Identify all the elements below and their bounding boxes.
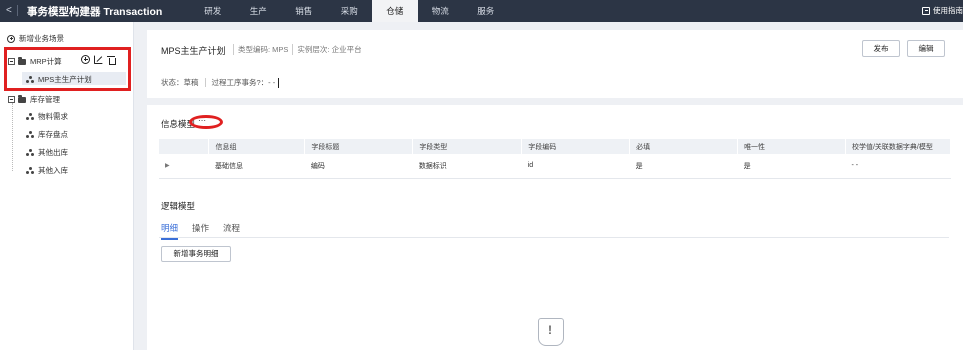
cluster-icon — [26, 113, 34, 120]
main-content: MPS主生产计划 类型编码: MPS 实例层次: 企业平台 发布 编辑 状态：草… — [147, 22, 963, 350]
guide-icon — [922, 6, 930, 15]
highlight-ellipse — [189, 115, 223, 129]
cell-required: 是 — [629, 154, 738, 179]
cluster-icon — [26, 131, 34, 138]
cluster-icon — [26, 149, 34, 156]
add-scenario-label: 新增业务场景 — [19, 34, 64, 43]
tree-leaf-material-demand[interactable]: 物料需求 — [26, 111, 68, 122]
collapse-icon[interactable] — [8, 96, 15, 103]
instance-level: 实例层次: 企业平台 — [292, 44, 365, 55]
nav-item-service[interactable]: 服务 — [463, 0, 509, 22]
nav-item-logistics[interactable]: 物流 — [418, 0, 464, 22]
column-header: 必填 — [629, 139, 739, 154]
column-header: 校学值/关联数据字典/模型 — [845, 139, 952, 154]
model-card: 信息模型 ⋯ 信息组 字段标题 字段类型 字段编码 必填 唯一性 校学值/关联数… — [147, 105, 963, 350]
column-header: 字段编码 — [521, 139, 631, 154]
tree-leaf-label: 物料需求 — [38, 112, 68, 121]
type-code: 类型编码: MPS — [233, 44, 292, 55]
back-icon[interactable]: < — [6, 5, 12, 16]
status-line: 状态：草稿 过程工序事务?：- - — [161, 77, 280, 88]
column-header: 信息组 — [208, 139, 306, 154]
column-header: 唯一性 — [737, 139, 846, 154]
cell-dict: - - — [845, 154, 951, 179]
tabs-divider — [159, 237, 949, 238]
top-nav: 研发 生产 销售 采购 仓储 物流 服务 — [190, 0, 509, 22]
column-header: 字段标题 — [304, 139, 414, 154]
tree-leaf-label: 库存盘点 — [38, 130, 68, 139]
column-header: 字段类型 — [412, 139, 523, 154]
top-bar: < 事务模型构建器 Transaction 研发 生产 销售 采购 仓储 物流 … — [0, 0, 963, 22]
nav-item-rd[interactable]: 研发 — [190, 0, 236, 22]
expand-icon[interactable]: ▶ — [159, 154, 209, 179]
exclamation-icon: ! — [548, 323, 552, 337]
nav-item-warehouse[interactable]: 仓储 — [372, 0, 418, 22]
cell-unique: 是 — [737, 154, 846, 179]
tree-node-label: 库存管理 — [30, 95, 60, 104]
nav-item-production[interactable]: 生产 — [236, 0, 282, 22]
sidebar: 新增业务场景 MRP计算 MPS主生产计划 库存管理 物料需求 库存盘点 其他出… — [0, 22, 134, 350]
publish-button[interactable]: 发布 — [862, 40, 900, 57]
tree-leaf-stocktake[interactable]: 库存盘点 — [26, 129, 68, 140]
process-flag: 过程工序事务?：- - — [211, 78, 276, 87]
table-header-row: 信息组 字段标题 字段类型 字段编码 必填 唯一性 校学值/关联数据字典/模型 — [159, 139, 952, 154]
title-divider — [17, 5, 18, 16]
tree-leaf-label: 其他出库 — [38, 148, 68, 157]
text-cursor — [278, 77, 280, 88]
header-meta: 类型编码: MPS 实例层次: 企业平台 — [233, 44, 366, 55]
guide-label: 使用指南 — [933, 6, 963, 15]
tree-leaf-label: 其他入库 — [38, 166, 68, 175]
logic-model-title: 逻辑模型 — [161, 201, 196, 211]
expand-column-header — [159, 139, 210, 154]
header-card: MPS主生产计划 类型编码: MPS 实例层次: 企业平台 发布 编辑 状态：草… — [147, 30, 963, 98]
status-text: 状态：草稿 — [161, 78, 199, 87]
tree-node-inventory[interactable]: 库存管理 — [8, 94, 60, 105]
table-row[interactable]: ▶ 基础信息 编码 数据标识 id 是 是 - - — [159, 154, 951, 179]
add-detail-button[interactable]: 新增事务明细 — [161, 246, 231, 262]
empty-state-icon: ! — [538, 318, 564, 346]
guide-link[interactable]: 使用指南 — [922, 5, 963, 16]
tree-leaf-other-in[interactable]: 其他入库 — [26, 165, 68, 176]
edit-button[interactable]: 编辑 — [907, 40, 945, 57]
cell-field-code: id — [521, 154, 630, 179]
tree-guide-line — [12, 103, 13, 171]
cluster-icon — [26, 167, 34, 174]
cell-group: 基础信息 — [208, 154, 305, 179]
folder-icon — [18, 95, 26, 103]
fields-table: 信息组 字段标题 字段类型 字段编码 必填 唯一性 校学值/关联数据字典/模型 … — [159, 139, 952, 179]
add-circle-icon — [7, 34, 15, 43]
cell-field-type: 数据标识 — [412, 154, 522, 179]
status-divider — [204, 78, 206, 87]
nav-item-purchase[interactable]: 采购 — [327, 0, 373, 22]
app-title: 事务模型构建器 Transaction — [27, 6, 163, 18]
cell-field-title: 编码 — [304, 154, 413, 179]
page-title: MPS主生产计划 — [161, 46, 226, 56]
add-scenario-button[interactable]: 新增业务场景 — [7, 33, 64, 44]
highlight-box — [4, 47, 131, 91]
tree-leaf-other-out[interactable]: 其他出库 — [26, 147, 68, 158]
nav-item-sales[interactable]: 销售 — [281, 0, 327, 22]
